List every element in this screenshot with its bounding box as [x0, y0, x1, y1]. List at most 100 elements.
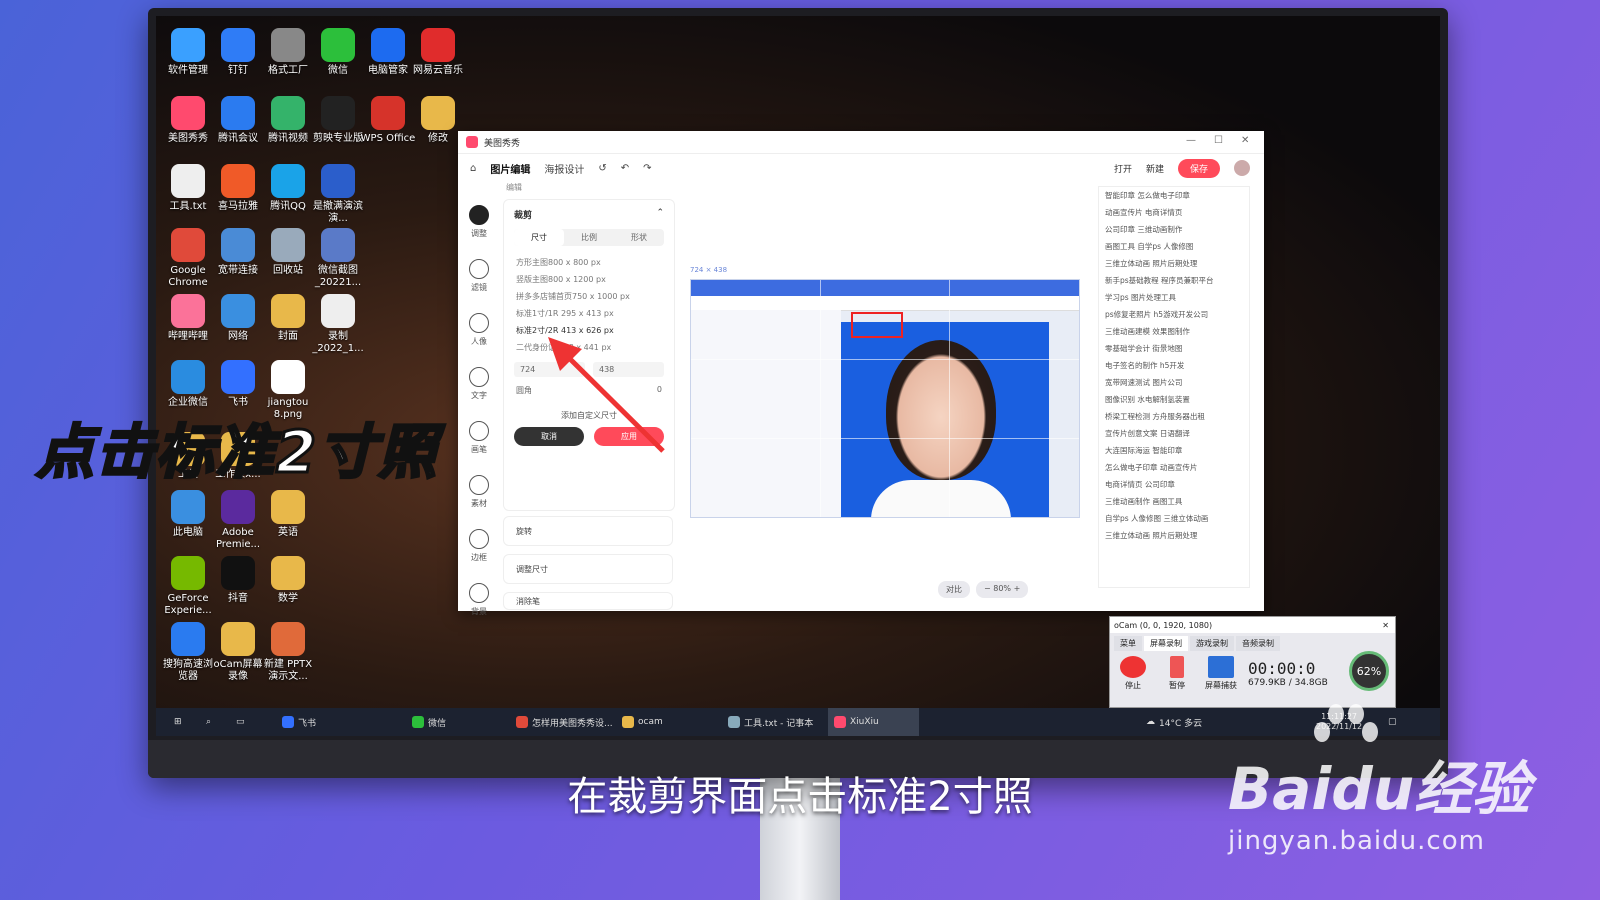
desktop-icon[interactable]: 腾讯QQ: [260, 164, 316, 213]
ocam-tab[interactable]: 音频录制: [1236, 636, 1280, 651]
desktop-icon[interactable]: 此电脑: [160, 490, 216, 539]
start-icon[interactable]: ⊞: [174, 708, 182, 736]
desktop-icon[interactable]: 微信: [310, 28, 366, 77]
ad-link[interactable]: 智能印章 怎么做电子印章: [1099, 187, 1249, 204]
desktop-icon[interactable]: 网络: [210, 294, 266, 343]
desktop-icon[interactable]: 喜马拉雅: [210, 164, 266, 213]
ad-link[interactable]: 公司印章 三维动画制作: [1099, 221, 1249, 238]
desktop-icon[interactable]: 英语: [260, 490, 316, 539]
ad-link[interactable]: 三维立体动画 照片后期处理: [1099, 255, 1249, 272]
tool-1[interactable]: 滤镜: [464, 259, 494, 307]
notification-icon[interactable]: ▢: [1388, 708, 1397, 736]
desktop-icon[interactable]: oCam屏幕录像: [210, 622, 266, 683]
taskbar-item-ocam[interactable]: ocam: [622, 708, 663, 736]
resize-section[interactable]: 调整尺寸: [503, 554, 673, 584]
ad-link[interactable]: 宽带网速测试 图片公司: [1099, 374, 1249, 391]
zoom-out-icon[interactable]: −: [984, 584, 991, 593]
ocam-tab[interactable]: 屏幕录制: [1144, 636, 1188, 651]
preset-item[interactable]: 方形主图800 x 800 px: [504, 254, 674, 271]
tab-size[interactable]: 尺寸: [514, 229, 564, 246]
desktop-icon[interactable]: 哔哩哔哩: [160, 294, 216, 343]
desktop-icon[interactable]: 飞书: [210, 360, 266, 409]
ad-link[interactable]: 画图工具 自学ps 人像修图: [1099, 238, 1249, 255]
desktop-icon[interactable]: 工具.txt: [160, 164, 216, 213]
zoom-in-icon[interactable]: +: [1014, 584, 1021, 593]
taskbar-item-wechat[interactable]: 微信: [412, 708, 446, 736]
desktop-icon[interactable]: 软件管理: [160, 28, 216, 77]
ad-link[interactable]: 大连国际海运 智能印章: [1099, 442, 1249, 459]
tab-shape[interactable]: 形状: [614, 229, 664, 246]
desktop-icon[interactable]: 电脑管家: [360, 28, 416, 77]
ad-link[interactable]: 怎么做电子印章 动画宣传片: [1099, 459, 1249, 476]
eraser-section[interactable]: 消除笔: [503, 592, 673, 610]
desktop-icon[interactable]: 美图秀秀: [160, 96, 216, 145]
pause-button[interactable]: 暂停: [1160, 656, 1194, 691]
desktop-icon[interactable]: Adobe Premie...: [210, 490, 266, 551]
capture-button[interactable]: 屏幕捕获: [1204, 656, 1238, 691]
image-canvas[interactable]: [690, 279, 1080, 518]
desktop-icon[interactable]: 钉钉: [210, 28, 266, 77]
desktop-icon[interactable]: 网易云音乐: [410, 28, 466, 77]
weather-widget[interactable]: ☁ 14°C 多云: [1146, 708, 1202, 736]
taskbar-item-chrome[interactable]: 怎样用美图秀秀设...: [516, 708, 613, 736]
ad-link[interactable]: 学习ps 图片处理工具: [1099, 289, 1249, 306]
ad-link[interactable]: 桥梁工程检测 方舟服务器出租: [1099, 408, 1249, 425]
desktop-icon[interactable]: 封面: [260, 294, 316, 343]
ad-link[interactable]: 三维动画制作 画图工具: [1099, 493, 1249, 510]
tool-4[interactable]: 画笔: [464, 421, 494, 469]
ad-link[interactable]: 新手ps基础教程 程序员兼职平台: [1099, 272, 1249, 289]
tool-7[interactable]: 背景: [464, 583, 494, 631]
close-icon[interactable]: ✕: [1382, 621, 1395, 630]
taskbar-item-feishu[interactable]: 飞书: [282, 708, 316, 736]
preset-item[interactable]: 竖版主图800 x 1200 px: [504, 271, 674, 288]
desktop-icon[interactable]: 是撤满演滨演...: [310, 164, 366, 225]
ad-link[interactable]: 三维动画建模 效果图制作: [1099, 323, 1249, 340]
home-icon[interactable]: ⌂: [470, 163, 476, 174]
preset-item[interactable]: 标准1寸/1R 295 x 413 px: [504, 305, 674, 322]
desktop-icon[interactable]: 腾讯会议: [210, 96, 266, 145]
ad-link[interactable]: 图像识别 水电解制氢装置: [1099, 391, 1249, 408]
desktop-icon[interactable]: 数学: [260, 556, 316, 605]
desktop-icon[interactable]: 宽带连接: [210, 228, 266, 277]
desktop-icon[interactable]: 抖音: [210, 556, 266, 605]
close-icon[interactable]: ✕: [1241, 135, 1249, 146]
desktop-icon[interactable]: 格式工厂: [260, 28, 316, 77]
tool-3[interactable]: 文字: [464, 367, 494, 415]
compare-button[interactable]: 对比: [938, 581, 970, 598]
undo-icon[interactable]: ↶: [621, 163, 629, 174]
desktop-icon[interactable]: Google Chrome: [160, 228, 216, 289]
desktop-icon[interactable]: 录制_2022_1...: [310, 294, 366, 355]
maximize-icon[interactable]: ☐: [1214, 135, 1223, 146]
save-button[interactable]: 保存: [1177, 158, 1220, 178]
search-icon[interactable]: ⌕: [206, 708, 211, 736]
tab-ratio[interactable]: 比例: [564, 229, 614, 246]
preset-item[interactable]: 拼多多店铺首页750 x 1000 px: [504, 288, 674, 305]
desktop-icon[interactable]: 剪映专业版: [310, 96, 366, 145]
desktop-icon[interactable]: 新建 PPTX 演示文...: [260, 622, 316, 683]
stop-button[interactable]: 停止: [1116, 656, 1150, 691]
desktop-icon[interactable]: 腾讯视频: [260, 96, 316, 145]
desktop-icon[interactable]: 企业微信: [160, 360, 216, 409]
ad-link[interactable]: 宣传片创意文案 日语翻译: [1099, 425, 1249, 442]
desktop-icon[interactable]: GeForce Experie...: [160, 556, 216, 617]
ocam-tab[interactable]: 游戏录制: [1190, 636, 1234, 651]
desktop-icon[interactable]: 微信截图_20221...: [310, 228, 366, 289]
redo-icon[interactable]: ↷: [643, 163, 651, 174]
task-view-icon[interactable]: ▭: [236, 708, 245, 736]
rotate-section[interactable]: 旋转: [503, 516, 673, 546]
avatar[interactable]: [1234, 160, 1250, 176]
desktop-icon[interactable]: 搜狗高速浏览器: [160, 622, 216, 683]
menu-image-edit[interactable]: 图片编辑: [490, 161, 530, 176]
ad-link[interactable]: 电子签名的制作 h5开发: [1099, 357, 1249, 374]
desktop-icon[interactable]: 回收站: [260, 228, 316, 277]
taskbar-item-xiuxiu[interactable]: XiuXiu: [828, 708, 919, 736]
history-icon[interactable]: ↺: [598, 163, 606, 174]
tool-0[interactable]: 调整: [464, 205, 494, 253]
open-button[interactable]: 打开: [1114, 162, 1132, 175]
ad-link[interactable]: 三维立体动画 照片后期处理: [1099, 527, 1249, 544]
minimize-icon[interactable]: —: [1186, 135, 1196, 146]
ad-link[interactable]: 自学ps 人像修图 三维立体动画: [1099, 510, 1249, 527]
tool-6[interactable]: 边框: [464, 529, 494, 577]
ad-link[interactable]: ps修复老照片 h5游戏开发公司: [1099, 306, 1249, 323]
taskbar-item-notepad[interactable]: 工具.txt - 记事本: [728, 708, 813, 736]
